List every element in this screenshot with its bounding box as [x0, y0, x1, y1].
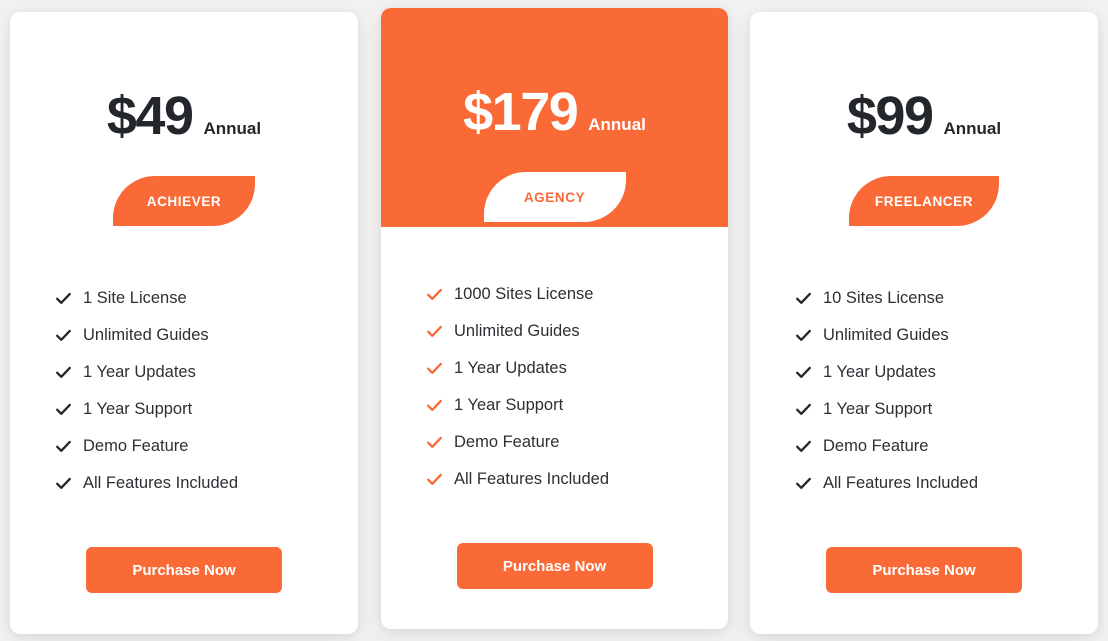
plan-badge-label: ACHIEVER [146, 193, 222, 209]
feature-label: 1 Year Support [823, 400, 933, 419]
card-footer: Purchase Now [381, 498, 728, 629]
pricing-card-achiever[interactable]: $49 Annual ACHIEVER 1 Site License Unlim… [10, 12, 358, 634]
plan-badge: AGENCY [483, 172, 626, 222]
price-row: $99 Annual [847, 89, 1001, 147]
feature-label: All Features Included [454, 470, 610, 489]
feature-list: 10 Sites License Unlimited Guides 1 Year… [795, 280, 1098, 502]
purchase-now-button[interactable]: Purchase Now [456, 543, 653, 589]
check-icon [427, 436, 442, 448]
feature-label: All Features Included [83, 474, 239, 493]
check-icon [796, 403, 811, 415]
check-icon [796, 366, 811, 378]
check-icon [56, 440, 71, 452]
pricing-card-agency[interactable]: $179 Annual AGENCY 1000 Sites License Un… [381, 8, 728, 629]
check-icon [56, 292, 71, 304]
plan-badge: FREELANCER [849, 176, 999, 226]
check-icon [796, 477, 811, 489]
feature-label: 1 Year Updates [83, 363, 196, 382]
plan-badge: ACHIEVER [113, 176, 255, 226]
feature-label: 1 Year Support [454, 396, 564, 415]
list-item: Unlimited Guides [426, 313, 728, 350]
price-period: Annual [943, 119, 1002, 138]
purchase-now-button[interactable]: Purchase Now [86, 547, 282, 593]
check-icon [56, 366, 71, 378]
price-amount: $99 [846, 86, 934, 146]
check-icon [796, 292, 811, 304]
card-header: $99 Annual FREELANCER [750, 12, 1098, 231]
card-footer: Purchase Now [10, 502, 358, 634]
price-amount: $49 [106, 86, 194, 146]
check-icon [796, 329, 811, 341]
list-item: 1 Year Support [795, 391, 1098, 428]
list-item: Demo Feature [795, 428, 1098, 465]
price-row: $179 Annual [463, 85, 646, 143]
list-item: Unlimited Guides [55, 317, 358, 354]
list-item: All Features Included [55, 465, 358, 502]
purchase-now-button[interactable]: Purchase Now [826, 547, 1022, 593]
feature-label: Demo Feature [823, 437, 929, 456]
feature-label: 1 Year Support [83, 400, 193, 419]
feature-label: 1 Site License [83, 289, 187, 308]
check-icon [56, 477, 71, 489]
feature-label: Unlimited Guides [823, 326, 949, 345]
list-item: 1 Year Support [426, 387, 728, 424]
list-item: 1 Year Support [55, 391, 358, 428]
card-header: $49 Annual ACHIEVER [10, 12, 358, 231]
price-period: Annual [588, 115, 646, 134]
feature-list: 1 Site License Unlimited Guides 1 Year U… [55, 280, 358, 502]
list-item: 1 Site License [55, 280, 358, 317]
list-item: 1 Year Updates [426, 350, 728, 387]
card-header: $179 Annual AGENCY [381, 8, 728, 227]
list-item: Unlimited Guides [795, 317, 1098, 354]
feature-list: 1000 Sites License Unlimited Guides 1 Ye… [426, 276, 728, 498]
feature-label: Demo Feature [83, 437, 189, 456]
list-item: 10 Sites License [795, 280, 1098, 317]
list-item: Demo Feature [55, 428, 358, 465]
pricing-card-freelancer[interactable]: $99 Annual FREELANCER 10 Sites License U… [750, 12, 1098, 634]
list-item: 1 Year Updates [55, 354, 358, 391]
list-item: All Features Included [426, 461, 728, 498]
list-item: 1 Year Updates [795, 354, 1098, 391]
check-icon [56, 329, 71, 341]
check-icon [427, 362, 442, 374]
price-period: Annual [203, 119, 262, 138]
check-icon [427, 325, 442, 337]
feature-label: 10 Sites License [823, 289, 945, 308]
plan-badge-label: FREELANCER [874, 193, 974, 209]
check-icon [427, 288, 442, 300]
check-icon [796, 440, 811, 452]
list-item: All Features Included [795, 465, 1098, 502]
feature-label: Demo Feature [454, 433, 560, 452]
list-item: 1000 Sites License [426, 276, 728, 313]
list-item: Demo Feature [426, 424, 728, 461]
plan-badge-label: AGENCY [523, 189, 586, 205]
feature-label: 1 Year Updates [823, 363, 936, 382]
card-footer: Purchase Now [750, 502, 1098, 634]
feature-label: 1 Year Updates [454, 359, 567, 378]
feature-label: All Features Included [823, 474, 979, 493]
pricing-table: $49 Annual ACHIEVER 1 Site License Unlim… [0, 0, 1108, 641]
check-icon [427, 399, 442, 411]
price-row: $49 Annual [107, 89, 261, 147]
feature-label: 1000 Sites License [454, 285, 594, 304]
check-icon [427, 473, 442, 485]
price-amount: $179 [463, 82, 579, 142]
check-icon [56, 403, 71, 415]
feature-label: Unlimited Guides [83, 326, 209, 345]
feature-label: Unlimited Guides [454, 322, 580, 341]
